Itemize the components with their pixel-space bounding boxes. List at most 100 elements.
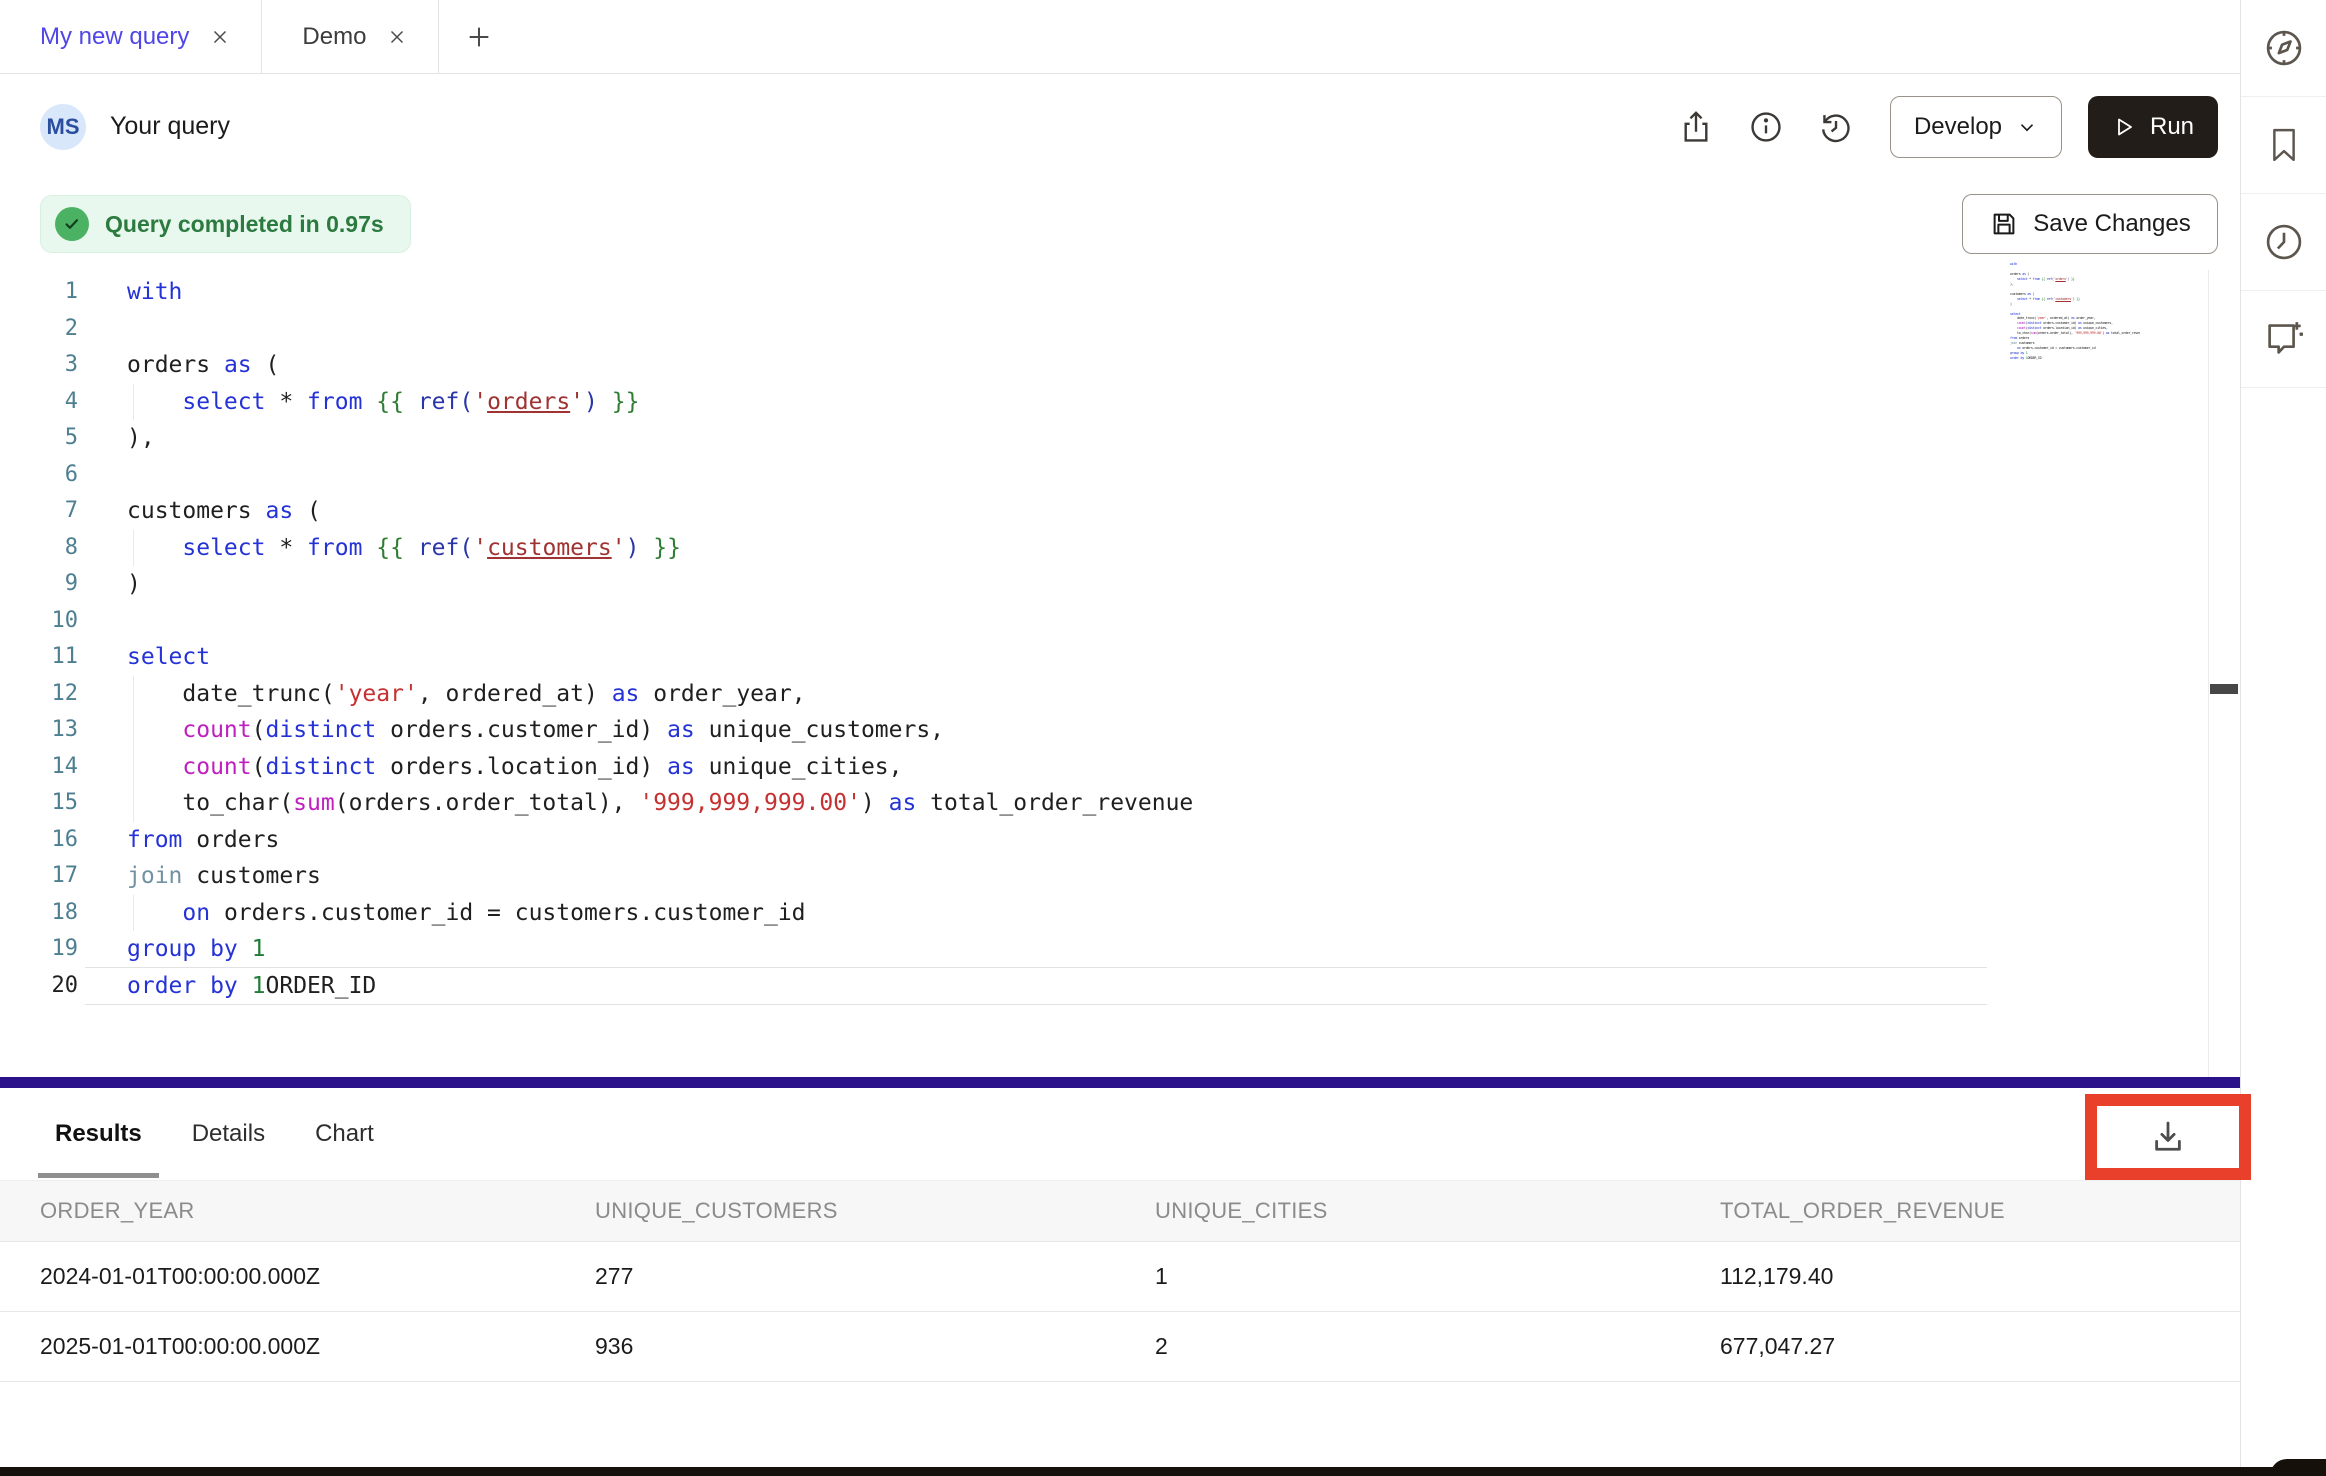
code-line[interactable] xyxy=(127,603,2200,640)
info-icon xyxy=(1747,108,1785,146)
share-button[interactable] xyxy=(1672,103,1720,151)
download-results-button[interactable] xyxy=(2147,1116,2189,1158)
clock-icon xyxy=(2261,219,2307,265)
new-tab-button[interactable] xyxy=(439,0,519,73)
save-changes-button[interactable]: Save Changes xyxy=(1962,194,2218,254)
history-icon xyxy=(1817,108,1855,146)
code-line[interactable]: to_char(sum(orders.order_total), '999,99… xyxy=(127,785,2200,822)
code-line[interactable]: date_trunc('year', ordered_at) as order_… xyxy=(127,676,2200,713)
column-header: UNIQUE_CUSTOMERS xyxy=(595,1198,1155,1224)
sidebar-item-explore[interactable] xyxy=(2241,0,2326,97)
column-header: ORDER_YEAR xyxy=(40,1198,595,1224)
code-line[interactable]: join customers xyxy=(127,858,2200,895)
code-line[interactable]: on orders.customer_id = customers.custom… xyxy=(127,895,2200,932)
code-line[interactable]: orders as ( xyxy=(127,347,2200,384)
history-button[interactable] xyxy=(1812,103,1860,151)
plus-icon xyxy=(465,23,493,51)
save-label: Save Changes xyxy=(2033,210,2190,238)
status-text: Query completed in 0.97s xyxy=(105,211,384,238)
line-number: 11 xyxy=(38,639,78,676)
share-icon xyxy=(1677,108,1715,146)
screen-bottom-edge xyxy=(0,1467,2326,1476)
code-line[interactable]: customers as ( xyxy=(127,493,2200,530)
line-number: 7 xyxy=(38,493,78,530)
check-icon xyxy=(55,207,89,241)
line-number: 4 xyxy=(38,384,78,421)
sql-ide-window: My new query Demo MS Your query xyxy=(0,0,2326,1476)
panel-splitter[interactable] xyxy=(0,1077,2240,1088)
line-number: 15 xyxy=(38,785,78,822)
table-row[interactable]: 2025-01-01T00:00:00.000Z9362677,047.27 xyxy=(0,1312,2240,1382)
line-number: 12 xyxy=(38,676,78,713)
info-button[interactable] xyxy=(1742,103,1790,151)
line-number: 6 xyxy=(38,457,78,494)
code-line[interactable]: ), xyxy=(127,420,2200,457)
table-cell: 936 xyxy=(595,1333,1155,1360)
code-line[interactable] xyxy=(127,457,2200,494)
results-table: ORDER_YEARUNIQUE_CUSTOMERSUNIQUE_CITIEST… xyxy=(0,1180,2240,1382)
line-number: 20 xyxy=(38,968,78,1005)
line-number: 10 xyxy=(38,603,78,640)
bookmark-icon xyxy=(2263,124,2305,166)
line-number: 9 xyxy=(38,566,78,603)
run-button[interactable]: Run xyxy=(2088,96,2218,158)
line-number: 3 xyxy=(38,347,78,384)
scrollbar-handle[interactable] xyxy=(2210,684,2238,694)
play-icon xyxy=(2112,115,2136,139)
line-number: 2 xyxy=(38,311,78,348)
code-line[interactable]: select xyxy=(127,639,2200,676)
close-icon[interactable] xyxy=(209,26,231,48)
develop-dropdown[interactable]: Develop xyxy=(1890,96,2062,158)
query-title: Your query xyxy=(110,112,230,141)
tab-strip: My new query Demo xyxy=(0,0,2240,74)
query-header: MS Your query Develop xyxy=(0,75,2240,178)
line-number: 1 xyxy=(38,274,78,311)
sql-editor[interactable]: 1234567891011121314151617181920 withorde… xyxy=(0,270,2240,1077)
column-header: TOTAL_ORDER_REVENUE xyxy=(1720,1198,2240,1224)
annotation-highlight xyxy=(2085,1094,2251,1180)
line-number: 13 xyxy=(38,712,78,749)
tab-my-new-query[interactable]: My new query xyxy=(0,0,262,73)
code-line[interactable]: ) xyxy=(127,566,2200,603)
code-line[interactable] xyxy=(127,311,2200,348)
code-line[interactable]: select * from {{ ref('customers') }} xyxy=(127,530,2200,567)
tab-demo[interactable]: Demo xyxy=(262,0,439,73)
code-line[interactable]: with xyxy=(127,274,2200,311)
code-line[interactable]: select * from {{ ref('orders') }} xyxy=(127,384,2200,421)
table-cell: 2025-01-01T00:00:00.000Z xyxy=(40,1333,595,1360)
line-number: 8 xyxy=(38,530,78,567)
close-icon[interactable] xyxy=(386,26,408,48)
editor-scrollbar[interactable] xyxy=(2208,270,2238,1077)
ai-chat-icon xyxy=(2261,316,2307,362)
sidebar-item-bookmarks[interactable] xyxy=(2241,97,2326,194)
code-line[interactable]: order by 1ORDER_ID xyxy=(127,968,2200,1005)
sidebar-item-ai-assistant[interactable] xyxy=(2241,291,2326,388)
line-number: 16 xyxy=(38,822,78,859)
table-cell: 2024-01-01T00:00:00.000Z xyxy=(40,1263,595,1290)
line-number: 17 xyxy=(38,858,78,895)
save-icon xyxy=(1989,209,2019,239)
editor-minimap[interactable]: with orders as ( select * from {{ ref('o… xyxy=(2010,262,2140,382)
table-row[interactable]: 2024-01-01T00:00:00.000Z2771112,179.40 xyxy=(0,1242,2240,1312)
editor-code[interactable]: with orders as ( select * from {{ ref('or… xyxy=(127,274,2200,1004)
results-tab-results[interactable]: Results xyxy=(38,1088,159,1180)
tab-label: My new query xyxy=(40,23,189,51)
code-line[interactable]: group by 1 xyxy=(127,931,2200,968)
table-cell: 277 xyxy=(595,1263,1155,1290)
table-cell: 1 xyxy=(1155,1263,1720,1290)
column-header: UNIQUE_CITIES xyxy=(1155,1198,1720,1224)
sidebar-item-history[interactable] xyxy=(2241,194,2326,291)
line-number: 5 xyxy=(38,420,78,457)
code-line[interactable]: count(distinct orders.location_id) as un… xyxy=(127,749,2200,786)
code-line[interactable]: count(distinct orders.customer_id) as un… xyxy=(127,712,2200,749)
results-tab-chart[interactable]: Chart xyxy=(298,1088,391,1180)
line-number: 18 xyxy=(38,895,78,932)
editor-gutter: 1234567891011121314151617181920 xyxy=(38,274,78,1004)
avatar: MS xyxy=(40,104,86,150)
tab-label: Demo xyxy=(302,23,366,51)
results-tab-details[interactable]: Details xyxy=(175,1088,282,1180)
status-row: Query completed in 0.97s Save Changes xyxy=(0,178,2240,270)
query-status-badge: Query completed in 0.97s xyxy=(40,195,411,253)
code-line[interactable]: from orders xyxy=(127,822,2200,859)
line-number: 19 xyxy=(38,931,78,968)
